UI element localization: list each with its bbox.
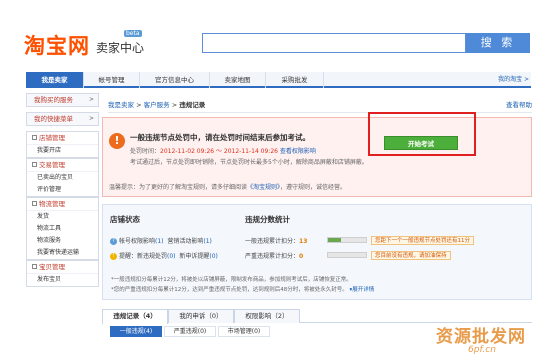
general-score-value: 13 — [299, 238, 308, 245]
general-score-fill — [328, 238, 342, 242]
header: 淘宝网 卖家中心 beta 搜 索 — [0, 0, 556, 68]
new-appeal-label: 新申诉提醒 — [179, 253, 210, 260]
subtab-serious[interactable]: 严重违规(0) — [164, 326, 216, 337]
quick-menu-button[interactable]: 我的快捷菜单 > — [26, 112, 99, 126]
status-row-1: ? 帐号权限影响(1) 营销活动影响(1) — [110, 236, 212, 245]
account-impact-label: 帐号权限影响 — [119, 238, 156, 245]
bell-icon: ! — [110, 253, 117, 260]
new-appeal-count[interactable]: (0) — [209, 253, 218, 260]
sidebar-group-title[interactable]: 交易管理 — [27, 159, 98, 172]
serious-score-label: 严重违规累计扣分： — [245, 253, 300, 260]
help-link[interactable]: 查看帮助 — [506, 99, 532, 109]
breadcrumb-home[interactable]: 我是卖家 — [108, 101, 134, 109]
collapse-icon[interactable] — [32, 135, 37, 140]
general-score-tip: 您距下一个一般违规节点处罚还有11分 — [371, 236, 474, 245]
expand-details-link[interactable]: ▾展开详情 — [350, 287, 375, 293]
alert-exam-note: 考试通过后，节点处罚即时销除，节点处罚时长最多5个小时，解除商品屏蔽和店铺屏蔽。 — [130, 159, 368, 166]
marketing-impact-label: 营销活动影响 — [167, 238, 204, 245]
alert-footer-text: 温馨提示：为了更好的了解淘宝规则，请多仔细阅读 — [109, 184, 248, 191]
breadcrumb: 我是卖家 > 客户服务 > 违规记录 查看帮助 — [108, 99, 532, 113]
status-row-2: ! 提醒：新违规处罚(0) 新申诉提醒(0) — [110, 251, 218, 260]
marketing-impact-count[interactable]: (1) — [203, 238, 212, 245]
question-icon[interactable]: ? — [110, 238, 117, 245]
new-penalty-label: 提醒：新违规处罚 — [119, 253, 168, 260]
alert-footer-tail: ，遵守规则，诚信经营。 — [280, 184, 347, 191]
collapse-icon[interactable] — [32, 162, 37, 167]
search-input[interactable] — [202, 33, 466, 53]
sidebar-group-title[interactable]: 店铺管理 — [27, 132, 98, 145]
sidebar-item-ship[interactable]: 发货 — [27, 211, 98, 223]
chevron-right-icon: > — [88, 115, 94, 122]
serious-score-tip: 您目前没有违规，请加油保持 — [371, 251, 451, 260]
serious-score-value: 0 — [299, 253, 304, 260]
sidebar-item-open-shop[interactable]: 我要开店 — [27, 145, 98, 157]
sidebar-item-reviews[interactable]: 评价管理 — [27, 184, 98, 196]
sidebar-group-title[interactable]: 物流管理 — [27, 198, 98, 211]
nav-tab-seller-map[interactable]: 卖家地图 — [210, 72, 266, 88]
sidebar-item-publish[interactable]: 发布宝贝 — [27, 274, 98, 286]
account-impact-count[interactable]: (1) — [155, 238, 164, 245]
shop-status-panel: 店铺状态 违规分数统计 ? 帐号权限影响(1) 营销活动影响(1) ! 提醒：新违规… — [102, 204, 532, 300]
main-nav: 我是卖家 帐号管理 官方信息中心 卖家地图 采购批发 我的淘宝 > — [26, 72, 531, 88]
collapse-icon[interactable] — [32, 264, 37, 269]
nav-tab-account[interactable]: 帐号管理 — [84, 72, 140, 88]
penalty-period: 处罚时间：2012-11-02 09:26 ～ 2012-11-14 09:26… — [130, 146, 316, 155]
score-note-2: *您的严重违规扣分每累计12分，达到严重违规节点处罚，达到规则后48分时，将被处… — [111, 285, 374, 293]
subtab-general[interactable]: 一般违规(4) — [110, 326, 162, 337]
nav-tab-wholesale[interactable]: 采购批发 — [266, 72, 324, 88]
serious-score-row: 严重违规累计扣分：0 — [245, 251, 303, 260]
breadcrumb-sep: > — [171, 101, 178, 109]
sidebar-group-shop: 店铺管理 我要开店 — [26, 131, 99, 158]
general-score-label: 一般违规累计扣分： — [245, 238, 300, 245]
quick-menu-label: 我的快捷菜单 — [34, 115, 73, 123]
taobao-rules-link[interactable]: 《淘宝规则》 — [247, 184, 280, 191]
sidebar-item-send-express[interactable]: 我要寄快递运输 — [27, 247, 98, 259]
alert-footer: 温馨提示：为了更好的了解淘宝规则，请多仔细阅读《淘宝规则》，遵守规则，诚信经营。 — [109, 182, 346, 191]
score-note-1: *一般违规扣分每累计12分，将被处以店铺屏蔽，限制发布商品，参加规则考试后，店铺… — [111, 277, 352, 283]
record-tabs: 违规记录（4） 我的申诉（0） 权限影响（2） — [102, 309, 532, 324]
sidebar-item-sold-items[interactable]: 已卖出的宝贝 — [27, 172, 98, 184]
search-button[interactable]: 搜 索 — [466, 33, 530, 53]
alert-title: 一般违规节点处罚中，请在处罚时间结束后参加考试。 — [130, 133, 310, 142]
chevron-right-icon: > — [88, 96, 94, 103]
watermark-text: 资源批发网 — [436, 327, 526, 347]
subtab-market[interactable]: 市场管理(0) — [218, 326, 270, 337]
taobao-logo[interactable]: 淘宝网 — [24, 30, 90, 60]
shop-status-title: 店铺状态 — [110, 215, 140, 224]
sidebar-item-logistics-service[interactable]: 物流服务 — [27, 235, 98, 247]
exclamation-icon: ! — [109, 133, 125, 149]
nav-tab-official-info[interactable]: 官方信息中心 — [140, 72, 210, 88]
sidebar: 我购买的服务 > 我的快捷菜单 > 店铺管理 我要开店 交易管理 已卖出的宝贝 … — [26, 93, 99, 360]
sidebar-group-title[interactable]: 宝贝管理 — [27, 261, 98, 274]
beta-badge: beta — [124, 30, 142, 37]
tab-permission-impact[interactable]: 权限影响（2） — [234, 309, 300, 323]
penalty-period-value: 2012-11-02 09:26 ～ 2012-11-14 09:26 — [160, 148, 278, 155]
general-score-bar — [327, 237, 367, 243]
start-exam-button[interactable]: 开始考试 — [384, 136, 458, 150]
purchased-services-button[interactable]: 我购买的服务 > — [26, 93, 99, 107]
sidebar-group-items: 宝贝管理 发布宝贝 — [26, 260, 99, 287]
new-penalty-count[interactable]: (0) — [167, 253, 176, 260]
tab-my-appeals[interactable]: 我的申诉（0） — [168, 309, 234, 323]
nav-tab-seller[interactable]: 我是卖家 — [26, 72, 84, 88]
seller-center-title: 卖家中心 — [96, 41, 145, 55]
score-note-2-text: *您的严重违规扣分每累计12分，达到严重违规节点处罚，达到规则后48分时，将被处… — [111, 287, 348, 293]
general-score-row: 一般违规累计扣分：13 — [245, 236, 307, 245]
breadcrumb-section[interactable]: 客户服务 — [144, 101, 170, 109]
sidebar-group-trade: 交易管理 已卖出的宝贝 评价管理 — [26, 158, 99, 197]
score-stats-title: 违规分数统计 — [245, 215, 290, 224]
tab-violation-records[interactable]: 违规记录（4） — [102, 309, 168, 324]
penalty-period-label: 处罚时间： — [130, 148, 161, 155]
sidebar-item-logistics-tools[interactable]: 物流工具 — [27, 223, 98, 235]
view-permission-impact-link[interactable]: 查看权限影响 — [280, 148, 316, 155]
collapse-icon[interactable] — [32, 201, 37, 206]
my-taobao-link[interactable]: 我的淘宝 > — [498, 72, 529, 88]
serious-score-bar — [327, 252, 367, 258]
breadcrumb-current: 违规记录 — [179, 101, 206, 109]
sidebar-group-logistics: 物流管理 发货 物流工具 物流服务 我要寄快递运输 — [26, 197, 99, 260]
breadcrumb-sep: > — [136, 101, 142, 109]
purchased-services-label: 我购买的服务 — [34, 96, 73, 104]
watermark-url: 6pf.cn — [468, 345, 496, 355]
